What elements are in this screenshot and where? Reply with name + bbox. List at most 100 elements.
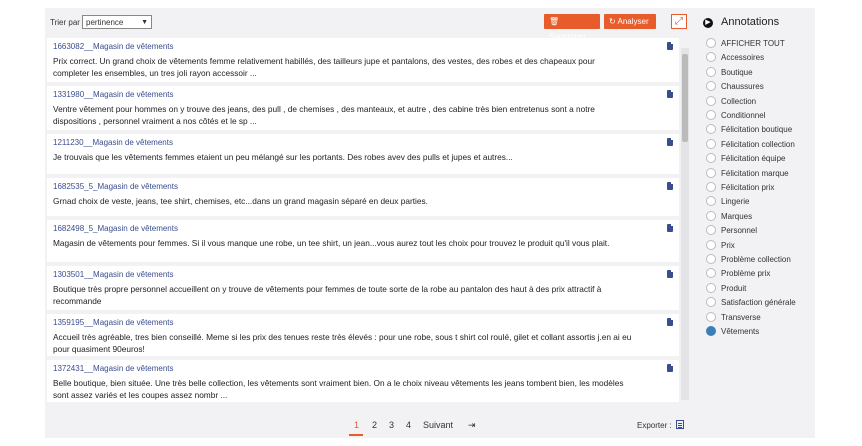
annotation-label: Félicitation équipe bbox=[721, 154, 786, 164]
annotation-label: Vêtements bbox=[721, 327, 760, 336]
annotation-label: Problème collection bbox=[721, 255, 791, 264]
result-text: Boutique très propre personnel accueille… bbox=[53, 284, 602, 306]
radio-button[interactable] bbox=[706, 297, 716, 308]
annotation-label: Personnel bbox=[721, 226, 758, 236]
annotations-sidebar: ▶ Annotations AFFICHER TOUT Accessoires Bou… bbox=[695, 8, 815, 438]
result-text: Belle boutique, bien située. Une très be… bbox=[53, 378, 624, 400]
scrollbar[interactable] bbox=[681, 48, 689, 400]
result-id[interactable]: 1303501__Magasin de vêtements bbox=[53, 270, 174, 279]
pagination: 1 2 3 4 Suivant ⇥ Exporter : bbox=[45, 416, 695, 436]
annotation-label: Chaussures bbox=[721, 82, 764, 92]
radio-button[interactable] bbox=[706, 239, 716, 250]
sidebar-title: Annotations bbox=[721, 16, 780, 28]
radio-button[interactable] bbox=[706, 66, 716, 77]
document-icon[interactable] bbox=[667, 364, 673, 372]
result-card[interactable]: 1682498_5_Magasin de vêtements Magasin de… bbox=[47, 220, 679, 262]
result-card[interactable]: 1359195__Magasin de vêtements Accueil trè… bbox=[47, 314, 679, 356]
radio-button[interactable] bbox=[706, 81, 716, 92]
chevron-down-icon: ▼ bbox=[141, 19, 148, 26]
result-card[interactable]: 1663082__Magasin de vêtements Prix correc… bbox=[47, 38, 679, 82]
annotation-label: Produit bbox=[721, 283, 747, 293]
result-id[interactable]: 1682498_5_Magasin de vêtements bbox=[53, 224, 178, 233]
radio-button[interactable] bbox=[706, 138, 716, 149]
annotation-label: Collection bbox=[721, 96, 757, 106]
result-id[interactable]: 1663082__Magasin de vêtements bbox=[53, 42, 174, 51]
expand-icon[interactable]: ⤢ bbox=[671, 14, 687, 29]
analyze-button[interactable]: ↻ Analyser bbox=[604, 14, 656, 29]
page-4-link[interactable]: 4 bbox=[406, 420, 411, 430]
result-text: Prix correct. Un grand choix de vêtement… bbox=[53, 56, 595, 78]
delete-button[interactable]: 🗑 Supprimer bbox=[544, 14, 600, 41]
toolbar: Trier par pertinence ▼ 🗑 Supprimer ↻ Ana… bbox=[45, 8, 695, 41]
result-id[interactable]: 1359195__Magasin de vêtements bbox=[53, 318, 174, 327]
scrollbar-thumb[interactable] bbox=[682, 54, 688, 142]
annotation-label: Félicitation marque bbox=[721, 168, 789, 178]
document-icon[interactable] bbox=[667, 182, 673, 190]
result-card[interactable]: 1211230__Magasin de vêtements Je trouvais… bbox=[47, 134, 679, 174]
page-3-link[interactable]: 3 bbox=[389, 420, 394, 430]
radio-button[interactable] bbox=[706, 124, 716, 135]
page-2-link[interactable]: 2 bbox=[372, 420, 377, 430]
result-card[interactable]: 1682535_5_Magasin de vêtements Grnad choi… bbox=[47, 178, 679, 216]
sort-label: Trier par bbox=[50, 18, 80, 27]
annotation-label: Félicitation collection bbox=[721, 139, 795, 149]
annotation-label: AFFICHER TOUT bbox=[721, 39, 785, 48]
result-text: Accueil très agréable, tres bien conseil… bbox=[53, 332, 632, 354]
annotation-label: Satisfaction générale bbox=[721, 298, 796, 308]
radio-button[interactable] bbox=[706, 167, 716, 178]
export-label: Exporter : bbox=[637, 421, 672, 430]
document-icon[interactable] bbox=[667, 318, 673, 326]
annotation-label: Problème prix bbox=[721, 269, 771, 279]
annotation-label: Marques bbox=[721, 211, 753, 221]
radio-button[interactable] bbox=[706, 326, 716, 336]
annotation-label: Prix bbox=[721, 240, 735, 250]
result-text: Magasin de vêtements pour femmes. Si il … bbox=[53, 238, 610, 248]
radio-button[interactable] bbox=[706, 225, 716, 236]
document-icon[interactable] bbox=[667, 270, 673, 278]
radio-button[interactable] bbox=[706, 254, 716, 264]
annotation-label: Lingerie bbox=[721, 197, 750, 207]
main-panel: Trier par pertinence ▼ 🗑 Supprimer ↻ Ana… bbox=[45, 8, 695, 438]
result-text: Je trouvais que les vêtements femmes eta… bbox=[53, 152, 513, 162]
next-page-link[interactable]: Suivant bbox=[423, 420, 453, 430]
annotation-label: Boutique bbox=[721, 67, 753, 77]
result-text: Ventre vêtement pour hommes on y trouve … bbox=[53, 104, 595, 126]
radio-button[interactable] bbox=[706, 110, 716, 120]
last-page-icon[interactable]: ⇥ bbox=[468, 420, 476, 431]
radio-button[interactable] bbox=[706, 282, 716, 293]
result-id[interactable]: 1211230__Magasin de vêtements bbox=[53, 138, 173, 147]
document-icon[interactable] bbox=[667, 138, 673, 146]
result-id[interactable]: 1682535_5_Magasin de vêtements bbox=[53, 182, 178, 191]
radio-button[interactable] bbox=[706, 153, 716, 164]
arrow-right-icon[interactable]: ▶ bbox=[703, 18, 713, 28]
document-icon[interactable] bbox=[667, 42, 673, 50]
annotation-label: Félicitation prix bbox=[721, 183, 775, 192]
export-icon[interactable] bbox=[676, 420, 684, 429]
radio-button[interactable] bbox=[706, 52, 716, 63]
result-card[interactable]: 1303501__Magasin de vêtements Boutique tr… bbox=[47, 266, 679, 310]
page-1-link[interactable]: 1 bbox=[354, 420, 359, 430]
document-icon[interactable] bbox=[667, 224, 673, 232]
radio-button[interactable] bbox=[706, 268, 716, 279]
sort-select[interactable]: pertinence ▼ bbox=[82, 15, 152, 29]
result-card[interactable]: 1331980__Magasin de vêtements Ventre vête… bbox=[47, 86, 679, 130]
result-id[interactable]: 1372431__Magasin de vêtements bbox=[53, 364, 174, 373]
sort-value: pertinence bbox=[86, 18, 124, 27]
result-text: Grnad choix de veste, jeans, tee shirt, … bbox=[53, 196, 428, 206]
radio-button[interactable] bbox=[706, 182, 716, 192]
radio-button[interactable] bbox=[706, 311, 716, 322]
result-card[interactable]: 1372431__Magasin de vêtements Belle bouti… bbox=[47, 360, 679, 402]
result-id[interactable]: 1331980__Magasin de vêtements bbox=[53, 90, 174, 99]
radio-button[interactable] bbox=[706, 196, 716, 207]
radio-button[interactable] bbox=[706, 38, 716, 48]
document-icon[interactable] bbox=[667, 90, 673, 98]
annotation-label: Transverse bbox=[721, 312, 761, 322]
sidebar-header: ▶ Annotations bbox=[703, 16, 779, 28]
radio-button[interactable] bbox=[706, 210, 716, 221]
annotation-label: Félicitation boutique bbox=[721, 125, 793, 135]
radio-button[interactable] bbox=[706, 95, 716, 106]
current-page-indicator bbox=[349, 434, 363, 436]
annotation-label: Conditionnel bbox=[721, 111, 766, 120]
app-window: Trier par pertinence ▼ 🗑 Supprimer ↻ Ana… bbox=[45, 8, 815, 438]
results-list: 1663082__Magasin de vêtements Prix correc… bbox=[45, 38, 691, 402]
